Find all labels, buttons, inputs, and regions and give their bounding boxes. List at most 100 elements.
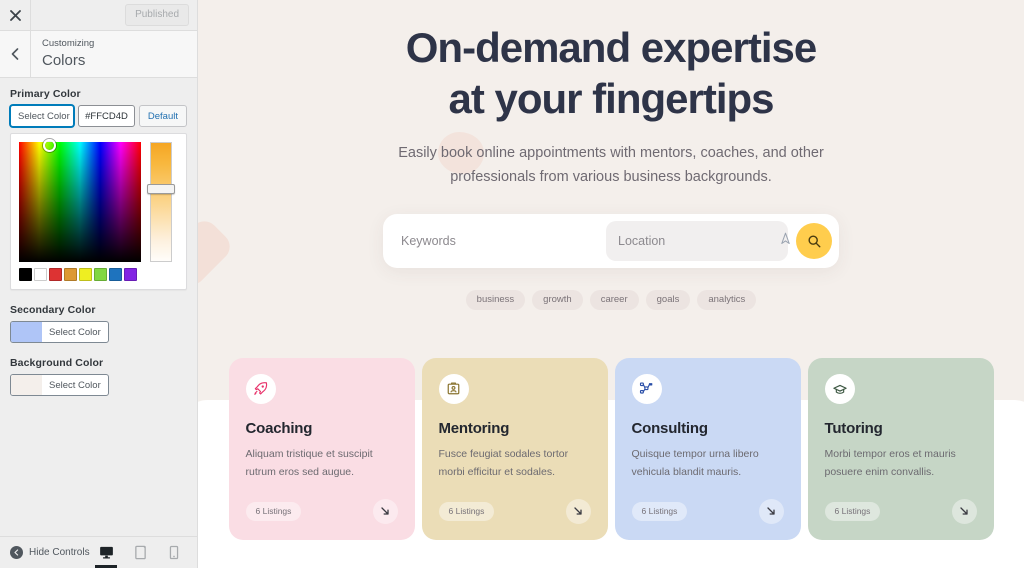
locate-me-icon[interactable] xyxy=(779,232,792,250)
category-cards: Coaching Aliquam tristique et suscipit r… xyxy=(198,357,1024,540)
sitemap-icon xyxy=(631,373,662,404)
hero-subtitle-line-1: Easily book online appointments with men… xyxy=(398,145,824,162)
control-secondary-color: Secondary Color Select Color xyxy=(10,304,187,343)
tag-goals[interactable]: goals xyxy=(645,290,691,310)
primary-color-row: Select Color #FFCD4D Default xyxy=(10,105,187,127)
published-button[interactable]: Published xyxy=(125,4,189,26)
keywords-input[interactable] xyxy=(401,234,606,249)
tag-growth[interactable]: growth xyxy=(532,290,583,310)
category-card-tutoring[interactable]: Tutoring Morbi tempor eros et mauris pos… xyxy=(807,357,994,540)
secondary-color-label: Secondary Color xyxy=(10,304,96,316)
card-desc-line-2: rutrum eros sed augue. xyxy=(245,465,355,478)
card-desc-line-1: Quisque tempor urna libero xyxy=(631,447,759,460)
preset-swatch-yellow[interactable] xyxy=(79,268,92,281)
card-desc-line-1: Aliquam tristique et suscipit xyxy=(245,447,373,460)
card-desc-line-1: Fusce feugiat sodales tortor xyxy=(438,447,569,460)
preset-swatch-green[interactable] xyxy=(94,268,107,281)
location-field-wrap xyxy=(606,221,790,262)
hero-subtitle-line-2: professionals from various business back… xyxy=(450,168,772,185)
sidebar-footer: Hide Controls xyxy=(0,536,197,568)
search-icon xyxy=(807,235,820,248)
card-arrow-icon[interactable] xyxy=(758,498,784,524)
sidebar-controls: Primary Color Select Color #FFCD4D Defau… xyxy=(0,78,197,396)
background-color-label: Background Color xyxy=(10,357,104,369)
primary-select-color-button[interactable]: Select Color xyxy=(10,105,75,127)
rocket-icon xyxy=(245,373,276,404)
location-input[interactable] xyxy=(618,234,779,249)
preset-swatch-orange[interactable] xyxy=(64,268,77,281)
control-primary-color: Primary Color Select Color #FFCD4D Defau… xyxy=(10,88,187,290)
hero-title-line-2: at your fingertips xyxy=(448,75,774,123)
card-arrow-icon[interactable] xyxy=(372,498,398,524)
background-color-row: Select Color xyxy=(10,374,187,396)
secondary-color-row: Select Color xyxy=(10,321,187,343)
device-desktop-button[interactable] xyxy=(95,537,117,568)
back-chevron-icon[interactable] xyxy=(0,31,31,77)
hero-subtitle: Easily book online appointments with men… xyxy=(198,142,1024,189)
customizer-app: Published Customizing Colors Primary Col… xyxy=(0,0,1024,568)
id-badge-icon xyxy=(438,373,469,404)
card-description: Fusce feugiat sodales tortor morbi effic… xyxy=(439,445,591,481)
hide-controls-label: Hide Controls xyxy=(29,547,90,558)
tablet-icon xyxy=(134,545,146,560)
hue-slider[interactable] xyxy=(150,142,172,262)
decor-left-shape xyxy=(198,215,236,291)
device-preview-group xyxy=(95,537,197,568)
category-card-mentoring[interactable]: Mentoring Fusce feugiat sodales tortor m… xyxy=(421,357,608,540)
saturation-value-area[interactable] xyxy=(19,139,141,262)
listings-badge: 6 Listings xyxy=(631,502,688,521)
sidebar-header-text: Customizing Colors xyxy=(31,31,94,77)
secondary-select-color-label: Select Color xyxy=(49,326,101,338)
secondary-select-color-button[interactable]: Select Color xyxy=(10,321,109,343)
tag-business[interactable]: business xyxy=(465,290,526,310)
card-desc-line-2: morbi efficitur et sodales. xyxy=(438,465,556,478)
card-footer: 6 Listings xyxy=(245,498,398,524)
site-preview: On-demand expertise at your fingertips E… xyxy=(198,0,1024,568)
category-card-consulting[interactable]: Consulting Quisque tempor urna libero ve… xyxy=(614,357,801,540)
breadcrumb: Customizing xyxy=(42,38,95,49)
preset-swatch-blue[interactable] xyxy=(109,268,122,281)
hero-title-line-1: On-demand expertise xyxy=(405,24,817,71)
preset-swatch-purple[interactable] xyxy=(124,268,137,281)
saturation-handle[interactable] xyxy=(43,139,56,152)
search-button[interactable] xyxy=(796,223,832,260)
preset-swatch-red[interactable] xyxy=(49,268,62,281)
card-footer: 6 Listings xyxy=(824,498,977,524)
background-select-color-button[interactable]: Select Color xyxy=(10,374,109,396)
hue-slider-handle[interactable] xyxy=(147,184,175,194)
card-arrow-icon[interactable] xyxy=(951,498,977,524)
card-arrow-icon[interactable] xyxy=(565,498,591,524)
device-mobile-button[interactable] xyxy=(163,537,185,568)
primary-default-button[interactable]: Default xyxy=(138,105,187,127)
preset-swatch-white[interactable] xyxy=(34,268,47,281)
card-title: Tutoring xyxy=(824,419,883,437)
preset-swatch-black[interactable] xyxy=(19,268,32,281)
panel-title: Colors xyxy=(42,52,86,70)
primary-hex-input[interactable]: #FFCD4D xyxy=(78,105,135,127)
card-description: Aliquam tristique et suscipit rutrum ero… xyxy=(246,445,398,481)
hide-controls-button[interactable]: Hide Controls xyxy=(0,546,90,559)
mobile-icon xyxy=(169,545,179,560)
graduation-cap-icon xyxy=(824,373,855,404)
primary-color-label: Primary Color xyxy=(10,88,81,100)
close-icon[interactable] xyxy=(0,0,31,31)
device-tablet-button[interactable] xyxy=(129,537,151,568)
listings-badge: 6 Listings xyxy=(245,502,302,521)
listings-badge: 6 Listings xyxy=(438,502,495,521)
tag-analytics[interactable]: analytics xyxy=(697,290,757,310)
category-card-coaching[interactable]: Coaching Aliquam tristique et suscipit r… xyxy=(228,357,415,540)
tag-career[interactable]: career xyxy=(589,290,639,310)
control-background-color: Background Color Select Color xyxy=(10,357,187,396)
background-select-color-label: Select Color xyxy=(49,379,101,391)
sidebar-topbar: Published xyxy=(0,0,197,31)
secondary-color-swatch xyxy=(11,322,42,342)
card-desc-line-2: posuere enim convallis. xyxy=(824,465,935,478)
background-color-swatch xyxy=(11,375,42,395)
saturation-area-wrap xyxy=(19,139,141,281)
card-description: Morbi tempor eros et mauris posuere enim… xyxy=(825,445,977,481)
popular-tags: business growth career goals analytics xyxy=(198,290,1024,310)
customizer-sidebar: Published Customizing Colors Primary Col… xyxy=(0,0,198,568)
search-bar xyxy=(383,214,839,269)
primary-select-color-label: Select Color xyxy=(18,110,70,122)
preset-swatch-row xyxy=(19,268,141,281)
